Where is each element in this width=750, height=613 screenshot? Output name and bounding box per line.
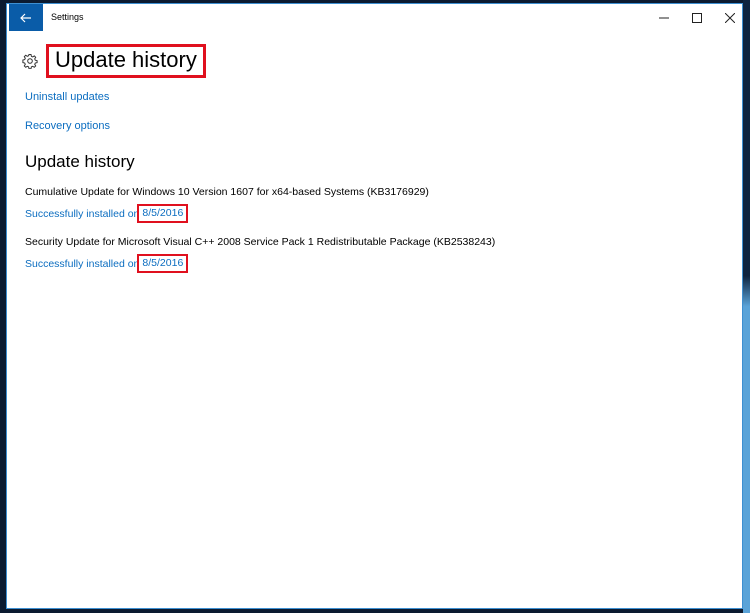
desktop-background xyxy=(743,0,750,613)
maximize-button[interactable] xyxy=(680,4,714,31)
update-status[interactable]: Successfully installed on 8/5/2016 xyxy=(25,254,189,273)
arrow-left-icon xyxy=(20,13,31,22)
page-title: Update history xyxy=(46,44,206,78)
close-icon xyxy=(725,12,735,23)
section-title: Update history xyxy=(25,152,135,171)
back-button[interactable] xyxy=(9,4,43,31)
uninstall-updates-link[interactable]: Uninstall updates xyxy=(25,91,109,103)
title-bar: Settings xyxy=(7,4,742,33)
close-button[interactable] xyxy=(713,4,747,31)
install-date: 8/5/2016 xyxy=(137,204,189,223)
minimize-button[interactable] xyxy=(647,4,681,31)
update-name: Cumulative Update for Windows 10 Version… xyxy=(25,186,429,198)
maximize-icon xyxy=(692,12,702,23)
settings-window: Settings Update history Uninstall update… xyxy=(6,3,743,609)
status-prefix: Successfully installed on xyxy=(25,257,140,270)
install-date: 8/5/2016 xyxy=(137,254,189,273)
app-title: Settings xyxy=(51,12,84,22)
gear-icon xyxy=(22,54,38,69)
recovery-options-link[interactable]: Recovery options xyxy=(25,120,110,132)
status-prefix: Successfully installed on xyxy=(25,207,140,220)
update-name: Security Update for Microsoft Visual C++… xyxy=(25,236,496,248)
page-header: Update history xyxy=(22,44,206,78)
update-status[interactable]: Successfully installed on 8/5/2016 xyxy=(25,204,189,223)
minimize-icon xyxy=(659,17,669,18)
